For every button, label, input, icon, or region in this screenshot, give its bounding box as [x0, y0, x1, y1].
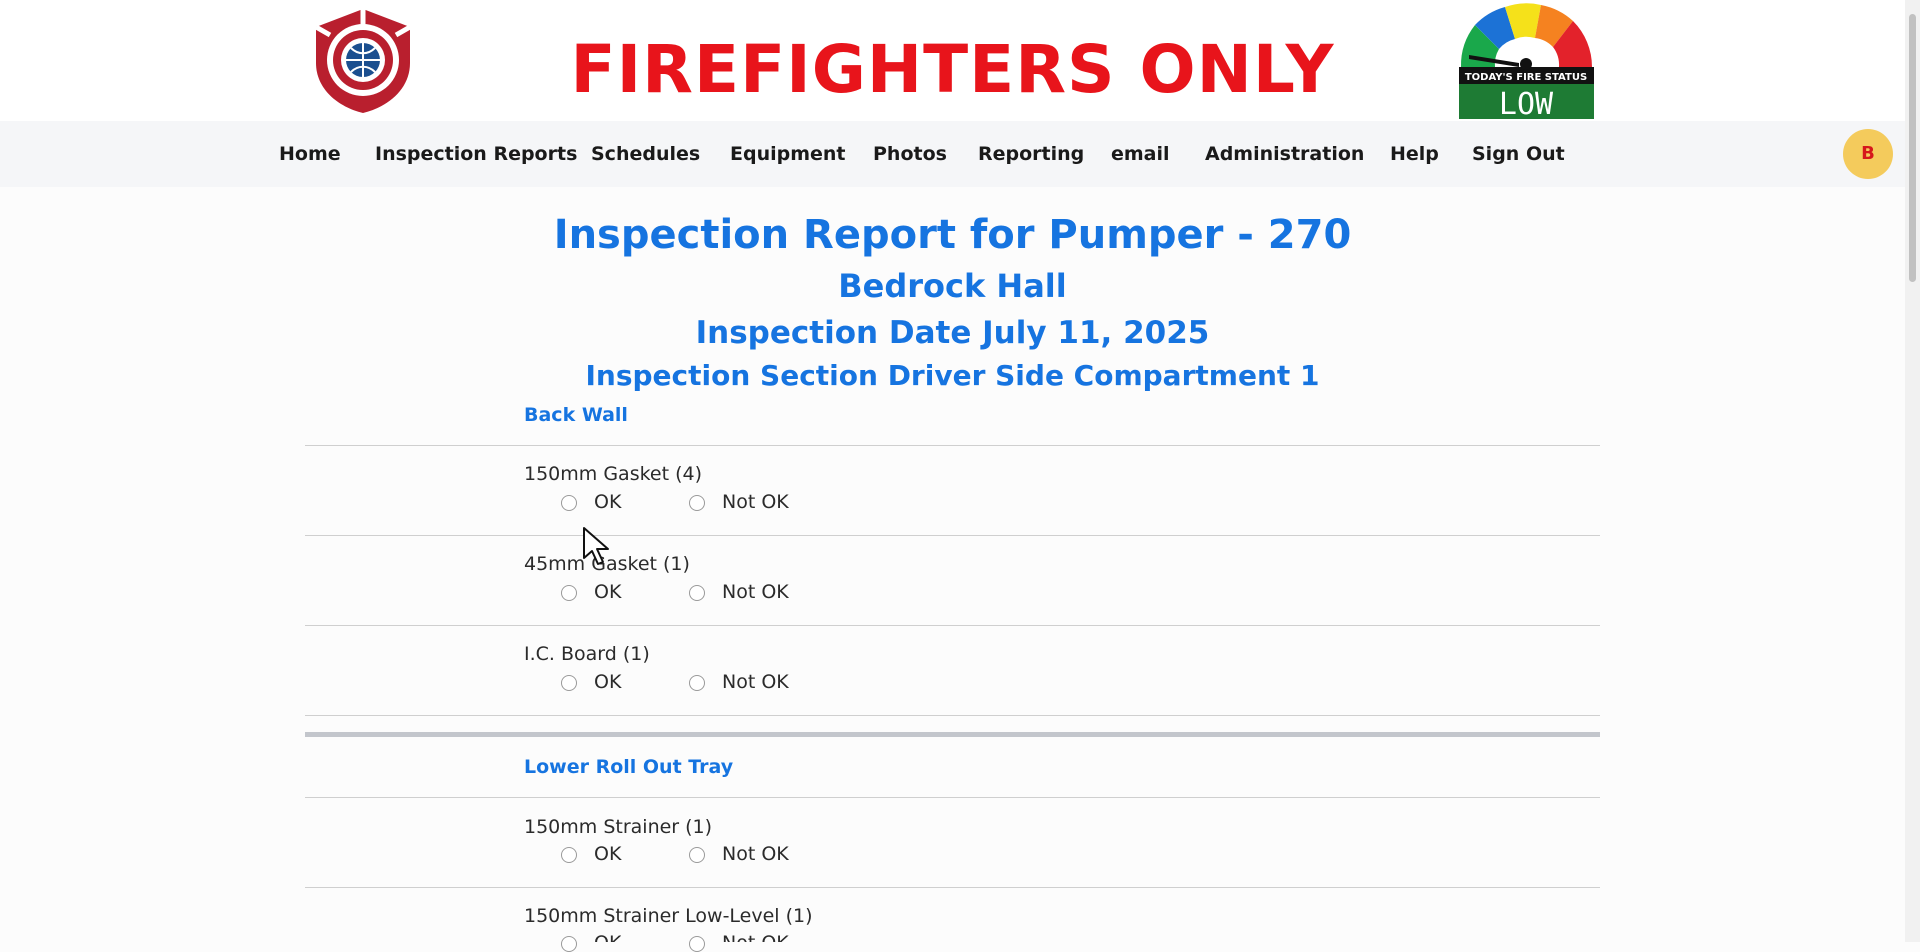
ok-radio[interactable] [561, 495, 577, 511]
site-title: FIREFIGHTERS ONLY [570, 31, 1335, 108]
not-ok-radio[interactable] [689, 495, 705, 511]
not-ok-radio[interactable] [689, 675, 705, 691]
item-label: 150mm Gasket (4) [524, 463, 703, 485]
ok-radio[interactable] [561, 585, 577, 601]
inspection-section: Inspection Section Driver Side Compartme… [585, 359, 1320, 392]
item-label: 150mm Strainer Low-Level (1) [524, 905, 813, 927]
not-ok-label[interactable]: Not OK [722, 843, 789, 865]
not-ok-radio[interactable] [689, 936, 705, 952]
not-ok-label[interactable]: Not OK [722, 581, 789, 603]
nav-home[interactable]: Home [279, 121, 341, 187]
fire-status-gauge-icon: TODAY'S FIRE STATUS LOW [1459, 3, 1594, 119]
report-title: Inspection Report for Pumper - 270 [553, 212, 1352, 258]
nav-sign-out[interactable]: Sign Out [1472, 121, 1565, 187]
item-label: 150mm Strainer (1) [524, 816, 713, 838]
mouse-cursor-icon [583, 527, 609, 565]
nav-inspection-reports[interactable]: Inspection Reports [375, 121, 577, 187]
page-header: FIREFIGHTERS ONLY TODAY'S FIRE STATUS LO… [0, 0, 1905, 121]
nav-email[interactable]: email [1111, 121, 1170, 187]
main-navigation: Home Inspection Reports Schedules Equipm… [0, 121, 1905, 187]
not-ok-label[interactable]: Not OK [722, 671, 789, 693]
divider [305, 797, 1600, 798]
divider [305, 535, 1600, 536]
nav-photos[interactable]: Photos [873, 121, 947, 187]
user-avatar[interactable]: B [1843, 129, 1893, 179]
nav-reporting[interactable]: Reporting [978, 121, 1084, 187]
divider [305, 625, 1600, 626]
not-ok-label[interactable]: Not OK [722, 932, 789, 942]
fire-status-value: LOW [1499, 87, 1554, 119]
ok-label[interactable]: OK [594, 671, 621, 693]
ok-label[interactable]: OK [594, 932, 621, 942]
nav-schedules[interactable]: Schedules [591, 121, 700, 187]
divider [305, 887, 1600, 888]
nav-administration[interactable]: Administration [1205, 121, 1364, 187]
not-ok-radio[interactable] [689, 585, 705, 601]
hall-name: Bedrock Hall [838, 267, 1067, 305]
ok-radio[interactable] [561, 936, 577, 952]
ok-label[interactable]: OK [594, 843, 621, 865]
inspection-date: Inspection Date July 11, 2025 [695, 315, 1210, 351]
divider [305, 445, 1600, 446]
group-separator [305, 732, 1600, 737]
divider [305, 715, 1600, 716]
item-label: I.C. Board (1) [524, 643, 650, 665]
group-title-lower-roll-out-tray: Lower Roll Out Tray [524, 756, 734, 778]
scrollbar-thumb[interactable] [1909, 14, 1916, 282]
nav-equipment[interactable]: Equipment [730, 121, 846, 187]
ok-radio[interactable] [561, 847, 577, 863]
not-ok-label[interactable]: Not OK [722, 491, 789, 513]
ok-label[interactable]: OK [594, 581, 621, 603]
not-ok-radio[interactable] [689, 847, 705, 863]
nav-help[interactable]: Help [1390, 121, 1439, 187]
fire-status-caption: TODAY'S FIRE STATUS [1465, 72, 1587, 83]
ok-label[interactable]: OK [594, 491, 621, 513]
ok-radio[interactable] [561, 675, 577, 691]
group-title-back-wall: Back Wall [524, 404, 628, 426]
